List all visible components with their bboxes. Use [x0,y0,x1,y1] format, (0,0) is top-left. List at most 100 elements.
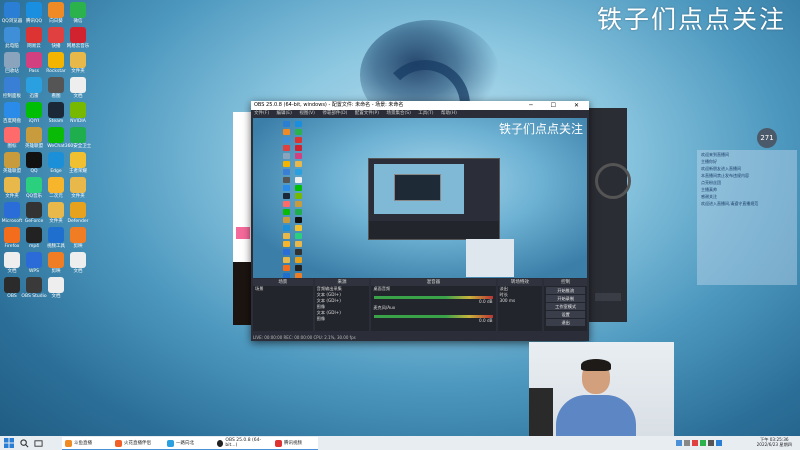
desktop-icon[interactable]: 微信 [58,2,98,24]
mixer-dock[interactable]: 混音器 桌面音频 0.0 dB 麦克风/Aux 0.0 dB [371,279,496,331]
sources-dock[interactable]: 来源 音频输出采集 文本 (GDI+) 文本 (GDI+) 图像 文本 (GDI… [314,279,370,331]
transitions-dock[interactable]: 转场特效 淡出 时长 300 ms [497,279,543,331]
menu-item[interactable]: 帮助(H) [441,111,457,116]
preview-desktop-icon [295,217,302,223]
app-icon [70,2,86,18]
search-icon[interactable] [20,437,29,449]
windows-start-icon[interactable] [4,437,14,449]
menu-item[interactable]: 场景集合(S) [386,111,410,116]
studio-mode-button[interactable]: 工作室模式 [546,303,585,310]
desktop-icon[interactable]: 文档 [58,77,98,99]
preview-desktop-icon [283,169,290,175]
source-item[interactable]: 图像 [315,316,370,322]
preview-desktop-icon [283,249,290,255]
obs-title-text: OBS 25.0.8 (64-bit, windows) - 配置文件: 未命名… [254,102,404,108]
scenes-dock-title: 场景 [253,279,313,286]
obs-docks: 场景 场景 来源 音频输出采集 文本 (GDI+) 文本 (GDI+) 图像 文… [253,279,587,331]
menu-item[interactable]: 文件(F) [254,111,269,116]
app-icon [70,252,86,268]
preview-desktop-icon [283,193,290,199]
chat-message: 欢迎进入直播间,请遵守直播规范 [701,201,759,206]
desktop-icon-label: 文件夹 [71,194,85,199]
menu-item[interactable]: 配置文件(P) [355,111,379,116]
mixer-channel-label: 麦克风/Aux [373,305,396,310]
taskbar-clock[interactable]: 下午 03:25:36 2022/6/23 星期四 [757,437,792,447]
taskbar-app[interactable]: 斗鱼直播 [62,437,112,450]
duration-value[interactable]: 300 ms [498,298,543,304]
desktop-icon-label: 文档 [51,294,61,299]
obs-menu-bar[interactable]: 文件(F) 编辑(E) 视图(V) 停靠部件(D) 配置文件(P) 场景集合(S… [251,110,589,118]
preview-overlay-text: 铁子们点点关注 [498,122,583,136]
right-app-window[interactable] [589,108,631,322]
taskbar-app[interactable]: 一路向北 [164,437,214,450]
mixer-dock-title: 混音器 [371,279,496,286]
scenes-dock[interactable]: 场景 场景 [253,279,313,331]
preview-desktop-icon [295,153,302,159]
mixer-channel-label: 桌面音频 [373,286,391,291]
taskbar-app[interactable]: OBS 25.0.8 (64-bit...) [214,437,272,450]
desktop-icon[interactable]: 文件夹 [58,177,98,199]
chat-message: 主播你好 [701,159,717,164]
window-controls[interactable]: ─ ☐ ✕ [529,101,587,110]
exit-button[interactable]: 退出 [546,319,585,326]
preview-desktop-icon [283,129,290,135]
preview-desktop-icon [295,249,302,255]
taskbar-app-label: 一路向北 [176,441,194,446]
desktop-icon-label: 文档 [73,269,83,274]
desktop-icon-label: 360安全卫士 [64,144,92,149]
taskbar-app-label: 斗鱼直播 [74,441,92,446]
preview-desktop-icon [283,265,290,271]
nested-obs-preview [368,158,500,240]
live-chat-panel[interactable]: 欢迎来到直播间 主播你好 欢迎新朋友进入直播间 本直播间禁止发布违规内容 点亮粉丝团 主播… [697,150,797,285]
menu-item[interactable]: 工具(T) [418,111,433,116]
desktop-icon[interactable]: 文件夹 [58,52,98,74]
system-tray[interactable] [676,437,722,449]
preview-desktop-icon [283,273,290,278]
start-recording-button[interactable]: 开始录制 [546,295,585,302]
settings-button[interactable]: 设置 [546,311,585,318]
preview-desktop-icon [295,145,302,151]
taskbar: 斗鱼直播 火花直播伴侣 一路向北 OBS 25.0.8 (64-bit...) … [0,436,800,450]
desktop-icon[interactable]: 文档 [58,252,98,274]
obs-titlebar[interactable]: OBS 25.0.8 (64-bit, windows) - 配置文件: 未命名… [251,101,589,110]
app-icon [70,77,86,93]
taskbar-app-label: OBS 25.0.8 (64-bit...) [225,438,262,448]
taskbar-app[interactable]: 火花直播伴侣 [112,437,164,450]
menu-item[interactable]: 编辑(E) [277,111,292,116]
desktop-icon[interactable]: 文档 [36,277,76,299]
scene-item[interactable]: 场景 [253,286,313,292]
preview-desktop-icon [295,225,302,231]
preview-desktop-icon [295,201,302,207]
preview-desktop-icon [283,161,290,167]
controls-dock[interactable]: 控制 开始推流 开始录制 工作室模式 设置 退出 [544,279,587,331]
progress-circle [595,163,631,199]
start-streaming-button[interactable]: 开始推流 [546,287,585,294]
right-app-button[interactable] [595,293,621,301]
obs-preview[interactable]: 铁子们点点关注 [253,118,587,278]
preview-desktop-icon [283,177,290,183]
chat-message: 主播真帅 [701,187,717,192]
task-view-icon[interactable] [34,437,43,449]
preview-desktop-icon [295,161,302,167]
preview-desktop-icon [295,137,302,143]
app-icon [70,27,86,43]
desktop-icon[interactable]: NVIDIA [58,102,98,124]
obs-window[interactable]: OBS 25.0.8 (64-bit, windows) - 配置文件: 未命名… [251,101,589,341]
preview-desktop-icon [283,241,290,247]
preview-desktop-icon [283,145,290,151]
menu-item[interactable]: 停靠部件(D) [322,111,347,116]
desktop-icon[interactable]: 剪映 [58,227,98,249]
desktop-icon[interactable]: Defender [58,202,98,224]
app-icon [70,227,86,243]
preview-desktop-icon [283,225,290,231]
preview-desktop-icon [283,137,290,143]
desktop-icon[interactable]: 360安全卫士 [58,127,98,149]
preview-desktop-icon [283,185,290,191]
desktop-icon[interactable]: 网易云音乐 [58,27,98,49]
viewer-count-badge[interactable]: 271 [757,128,777,148]
taskbar-app[interactable]: 腾讯视频 [272,437,318,450]
desktop-icon[interactable]: 王者荣耀 [58,152,98,174]
preview-desktop-icon [295,169,302,175]
menu-item[interactable]: 视图(V) [299,111,315,116]
left-app-window[interactable] [233,112,253,325]
